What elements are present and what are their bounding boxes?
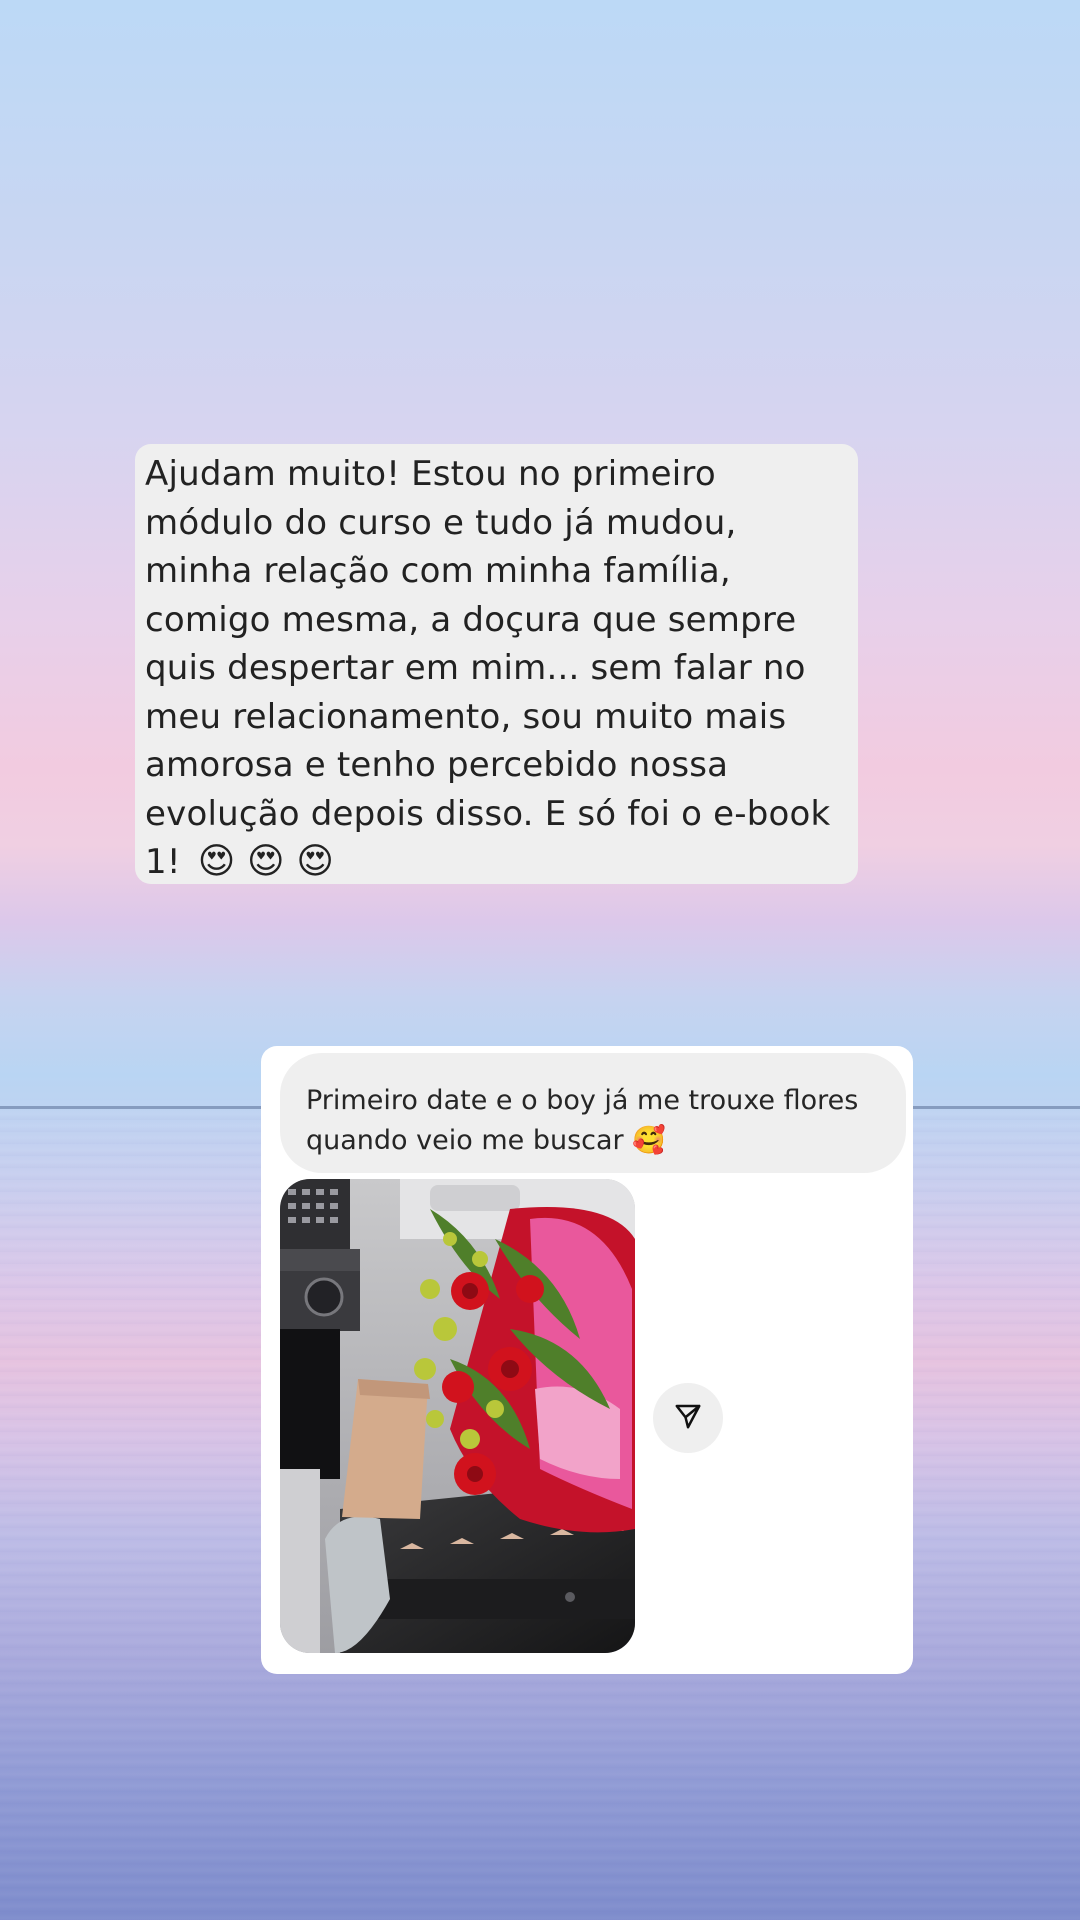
flower-bouquet-photo[interactable] [280, 1179, 635, 1653]
reply-text: Primeiro date e o boy já me trouxe flore… [306, 1081, 880, 1161]
flower-photo-illustration [280, 1179, 635, 1653]
message-text: Ajudam muito! Estou no primeiro módulo d… [145, 450, 848, 887]
paper-plane-icon [673, 1401, 703, 1436]
share-button[interactable] [653, 1383, 723, 1453]
reply-body: Primeiro date e o boy já me trouxe flore… [306, 1085, 859, 1156]
message-bubble: Ajudam muito! Estou no primeiro módulo d… [135, 444, 858, 884]
reply-bubble: Primeiro date e o boy já me trouxe flore… [280, 1053, 906, 1173]
heart-eyes-emoji: 😍 😍 😍 [197, 841, 335, 882]
smiling-hearts-emoji: 🥰 [632, 1125, 666, 1156]
message-body: Ajudam muito! Estou no primeiro módulo d… [145, 454, 831, 882]
story-reply-card: Primeiro date e o boy já me trouxe flore… [261, 1046, 913, 1674]
